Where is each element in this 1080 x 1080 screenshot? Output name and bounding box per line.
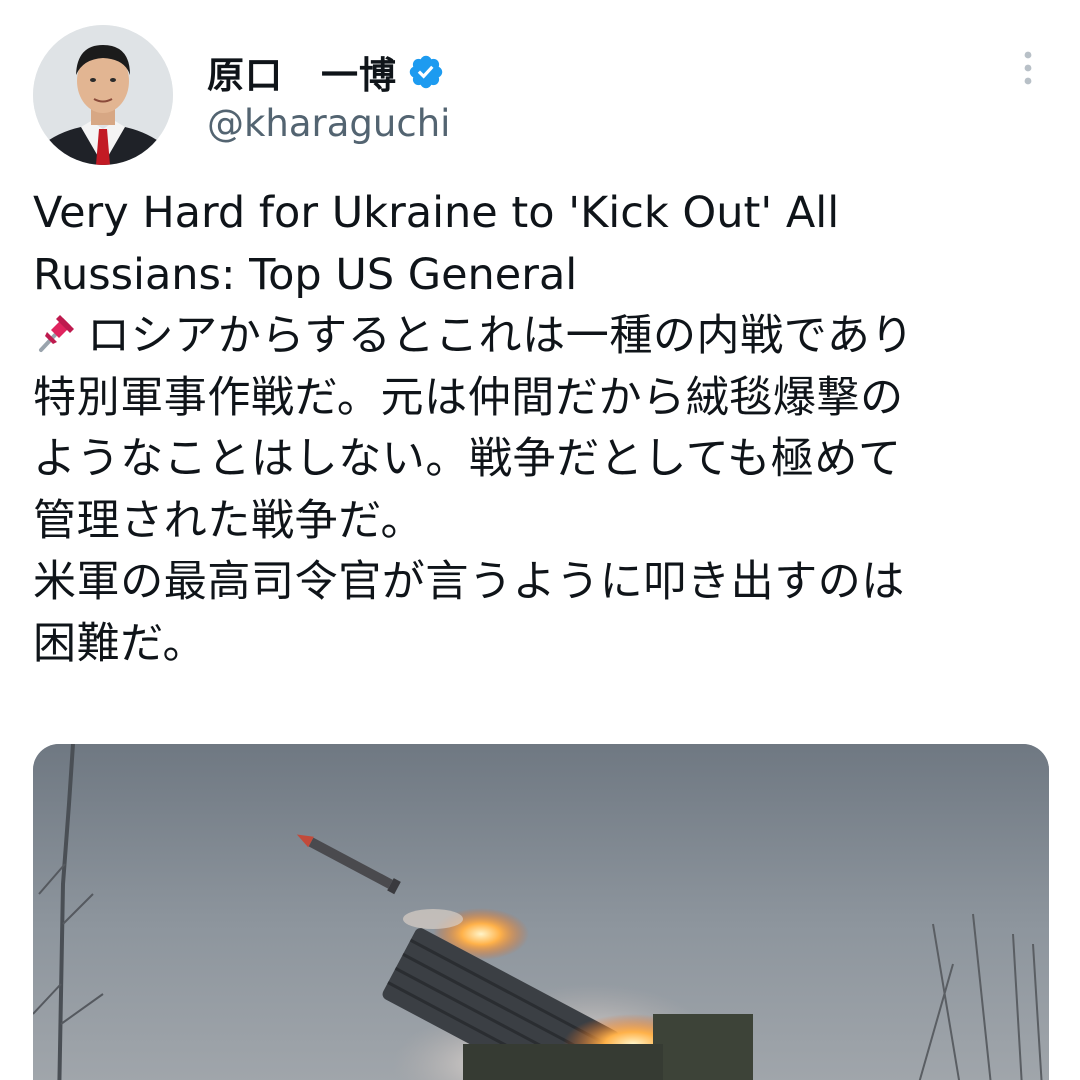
tweet-text-line: 特別軍事作戦だ。元は仲間だから絨毯爆撃の [33, 372, 904, 423]
person-avatar-icon [33, 25, 173, 165]
tweet-card: 原口 一博 @kharaguchi Very Hard for Ukraine … [0, 0, 1080, 1080]
tweet-media-photo[interactable] [33, 744, 1049, 1080]
tweet-text-line: ロシアからするとこれは一種の内戦であり [33, 306, 1063, 368]
author-avatar[interactable] [33, 25, 173, 165]
tweet-text-line: Very Hard for Ukraine to 'Kick Out' All [33, 188, 840, 238]
author-name-row[interactable]: 原口 一博 [207, 44, 445, 100]
tweet-text-line: 困難だ。 [33, 618, 207, 669]
tweet-text-segment: ロシアからするとこれは一種の内戦であり [87, 311, 915, 361]
tweet-text-line: 管理された戦争だ。 [33, 495, 425, 546]
more-options-button[interactable] [1008, 48, 1048, 88]
author-handle[interactable]: @kharaguchi [207, 100, 450, 148]
pushpin-icon [33, 308, 81, 356]
tweet-text-line: 米軍の最高司令官が言うように叩き出すのは [33, 557, 905, 607]
tweet-text-line: ようなことはしない。戦争だとしても極めて [33, 434, 902, 484]
tweet-text-line: Russians: Top US General [33, 249, 578, 300]
author-display-name[interactable]: 原口 一博 [207, 45, 397, 99]
more-vertical-icon [1024, 51, 1032, 85]
rocket-launcher-photo-icon [33, 744, 1049, 1080]
verified-badge-icon [407, 53, 445, 91]
tweet-text: Very Hard for Ukraine to 'Kick Out' All … [33, 183, 1063, 675]
